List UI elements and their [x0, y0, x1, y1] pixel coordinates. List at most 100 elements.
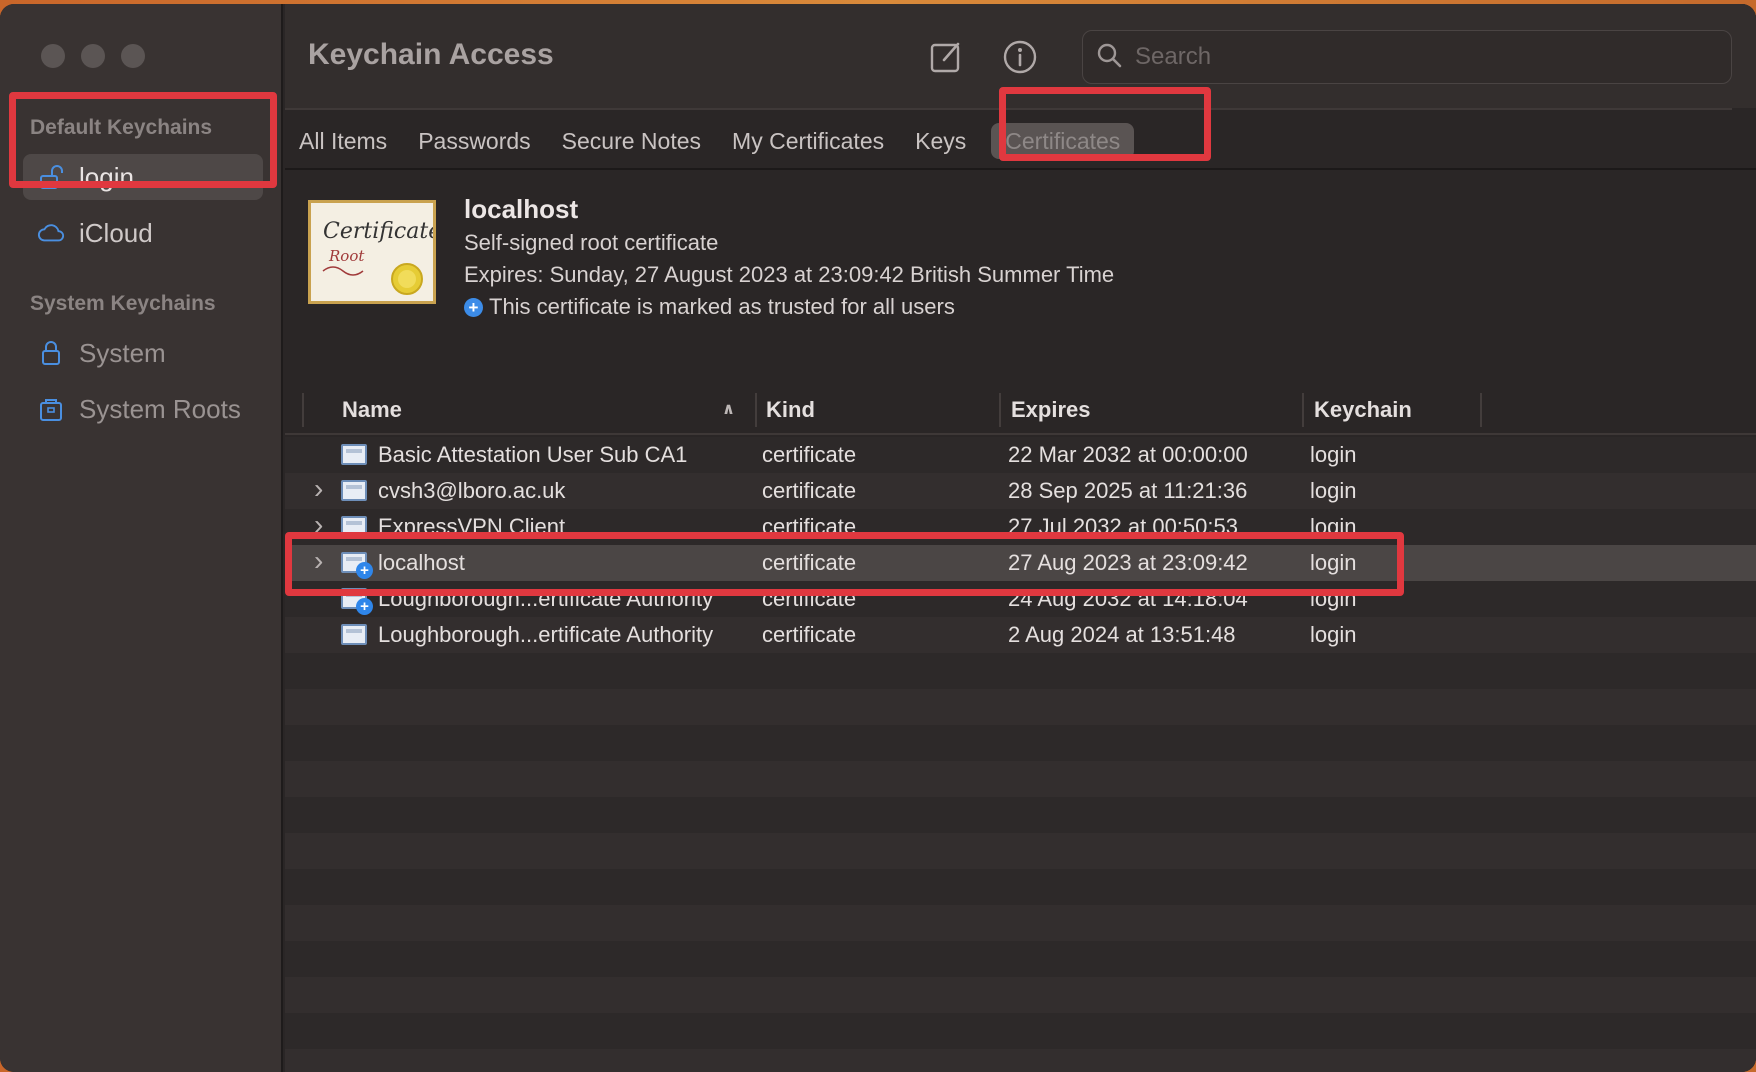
certificate-detail: Certificate Root localhost Self-signed r…	[285, 170, 1756, 385]
table-row[interactable]: Basic Attestation User Sub CA1 certificat…	[285, 437, 1756, 473]
column-header-keychain[interactable]: Keychain	[1314, 385, 1412, 435]
column-header-kind[interactable]: Kind	[766, 385, 815, 435]
table-row[interactable]: › cvsh3@lboro.ac.uk certificate 28 Sep 2025…	[285, 473, 1756, 509]
row-keychain: login	[1310, 478, 1357, 503]
row-kind: certificate	[762, 586, 857, 611]
certificate-list: Basic Attestation User Sub CA1 certificat…	[285, 437, 1756, 1072]
row-name: cvsh3@lboro.ac.uk	[378, 478, 566, 503]
row-expires: 27 Aug 2023 at 23:09:42	[1008, 550, 1248, 575]
empty-table-row	[285, 725, 1756, 761]
close-window-button[interactable]	[41, 44, 65, 68]
tab-keys[interactable]: Keys	[915, 123, 983, 159]
sidebar-item-label: System Roots	[79, 393, 241, 424]
tab-certificates[interactable]: Certificates	[991, 123, 1135, 159]
category-tabs: All Items Passwords Secure Notes My Cert…	[299, 121, 1148, 161]
empty-table-row	[285, 833, 1756, 869]
disclosure-chevron-icon[interactable]: ›	[314, 507, 323, 543]
row-kind: certificate	[762, 478, 857, 503]
certificate-icon-band	[346, 557, 362, 561]
row-expires: 24 Aug 2032 at 14:18:04	[1008, 586, 1248, 611]
trusted-plus-icon: +	[464, 297, 483, 317]
column-separator[interactable]	[999, 393, 1001, 427]
sidebar-item-label: iCloud	[79, 217, 153, 248]
toolbar: Keychain Access	[285, 4, 1756, 108]
row-kind: certificate	[762, 550, 857, 575]
disclosure-chevron-icon[interactable]: ›	[314, 543, 323, 579]
cloud-icon	[37, 219, 65, 247]
window-controls	[41, 44, 145, 68]
row-expires: 22 Mar 2032 at 00:00:00	[1008, 442, 1248, 467]
unlock-icon	[37, 163, 65, 191]
table-row[interactable]: › + localhost certificate 27 Aug 2023 at 23:…	[285, 545, 1756, 581]
certificate-icon-band	[346, 485, 362, 489]
window-title: Keychain Access	[308, 38, 554, 71]
certificate-image-title: Certificate	[323, 219, 433, 244]
column-separator[interactable]	[1302, 393, 1304, 427]
row-name: Loughborough...ertificate Authority	[378, 622, 714, 647]
certificate-trust-status: + This certificate is marked as trusted …	[464, 294, 955, 320]
sidebar-item-label: login	[79, 161, 134, 192]
search-icon	[1095, 41, 1123, 74]
empty-table-row	[285, 1013, 1756, 1049]
certificate-icon-band	[346, 449, 362, 453]
row-name: ExpressVPN Client	[378, 514, 566, 539]
certificate-icon-band	[346, 521, 362, 525]
tab-all-items[interactable]: All Items	[299, 123, 404, 159]
column-separator	[302, 393, 304, 427]
compose-icon[interactable]	[927, 38, 965, 76]
row-keychain: login	[1310, 514, 1357, 539]
row-kind: certificate	[762, 442, 857, 467]
cabinet-icon	[37, 395, 65, 423]
certificate-icon	[341, 516, 367, 537]
sidebar-item-label: System	[79, 337, 166, 368]
column-header-expires[interactable]: Expires	[1011, 385, 1091, 435]
default-keychains-heading: Default Keychains	[30, 116, 213, 139]
empty-table-row	[285, 1049, 1756, 1072]
empty-table-row	[285, 761, 1756, 797]
main-pane: Keychain Access All Items Passwords Secu…	[285, 4, 1756, 1072]
column-separator[interactable]	[755, 393, 757, 427]
empty-table-row	[285, 869, 1756, 905]
table-row[interactable]: › ExpressVPN Client certificate 27 Jul 2032…	[285, 509, 1756, 545]
certificate-icon: +	[341, 588, 373, 615]
sidebar-item-system-roots[interactable]: System Roots	[23, 386, 263, 432]
certificate-icon	[341, 444, 367, 465]
certificate-subtitle: Self-signed root certificate	[464, 230, 719, 255]
trusted-plus-icon: +	[356, 562, 373, 579]
trust-text: This certificate is marked as trusted fo…	[489, 294, 955, 319]
zoom-window-button[interactable]	[121, 44, 145, 68]
table-row[interactable]: + Loughborough...ertificate Authority cert…	[285, 581, 1756, 617]
certificate-icon	[341, 480, 367, 501]
column-separator[interactable]	[1480, 393, 1482, 427]
certificate-icon-band	[346, 629, 362, 633]
empty-table-row	[285, 905, 1756, 941]
info-icon[interactable]	[1001, 38, 1039, 76]
sidebar-item-login[interactable]: login	[23, 154, 263, 200]
row-expires: 27 Jul 2032 at 00:50:53	[1008, 514, 1238, 539]
tab-secure-notes[interactable]: Secure Notes	[562, 123, 718, 159]
certificate-image: Certificate Root	[308, 200, 441, 304]
table-header: Name ∧ Kind Expires Keychain	[285, 385, 1756, 435]
certificate-image-subtitle: Root	[328, 247, 365, 265]
sidebar-item-icloud[interactable]: iCloud	[23, 210, 263, 256]
disclosure-chevron-icon[interactable]: ›	[314, 471, 323, 507]
search-field[interactable]	[1082, 30, 1732, 84]
row-kind: certificate	[762, 514, 857, 539]
lock-icon	[37, 339, 65, 367]
toolbar-divider	[285, 108, 1732, 110]
row-name: Loughborough...ertificate Authority	[378, 586, 714, 611]
table-row[interactable]: Loughborough...ertificate Authority certi…	[285, 617, 1756, 653]
row-expires: 28 Sep 2025 at 11:21:36	[1008, 478, 1248, 503]
search-input[interactable]	[1135, 43, 1695, 71]
sidebar-item-system[interactable]: System	[23, 330, 263, 376]
row-keychain: login	[1310, 622, 1357, 647]
row-kind: certificate	[762, 622, 857, 647]
trusted-plus-icon: +	[356, 598, 373, 615]
tab-my-certificates[interactable]: My Certificates	[732, 123, 901, 159]
column-header-name[interactable]: Name	[342, 385, 402, 435]
sort-ascending-icon[interactable]: ∧	[722, 385, 735, 435]
certificate-icon: +	[341, 552, 373, 579]
minimize-window-button[interactable]	[81, 44, 105, 68]
certificate-icon	[341, 624, 367, 645]
tab-passwords[interactable]: Passwords	[418, 123, 547, 159]
